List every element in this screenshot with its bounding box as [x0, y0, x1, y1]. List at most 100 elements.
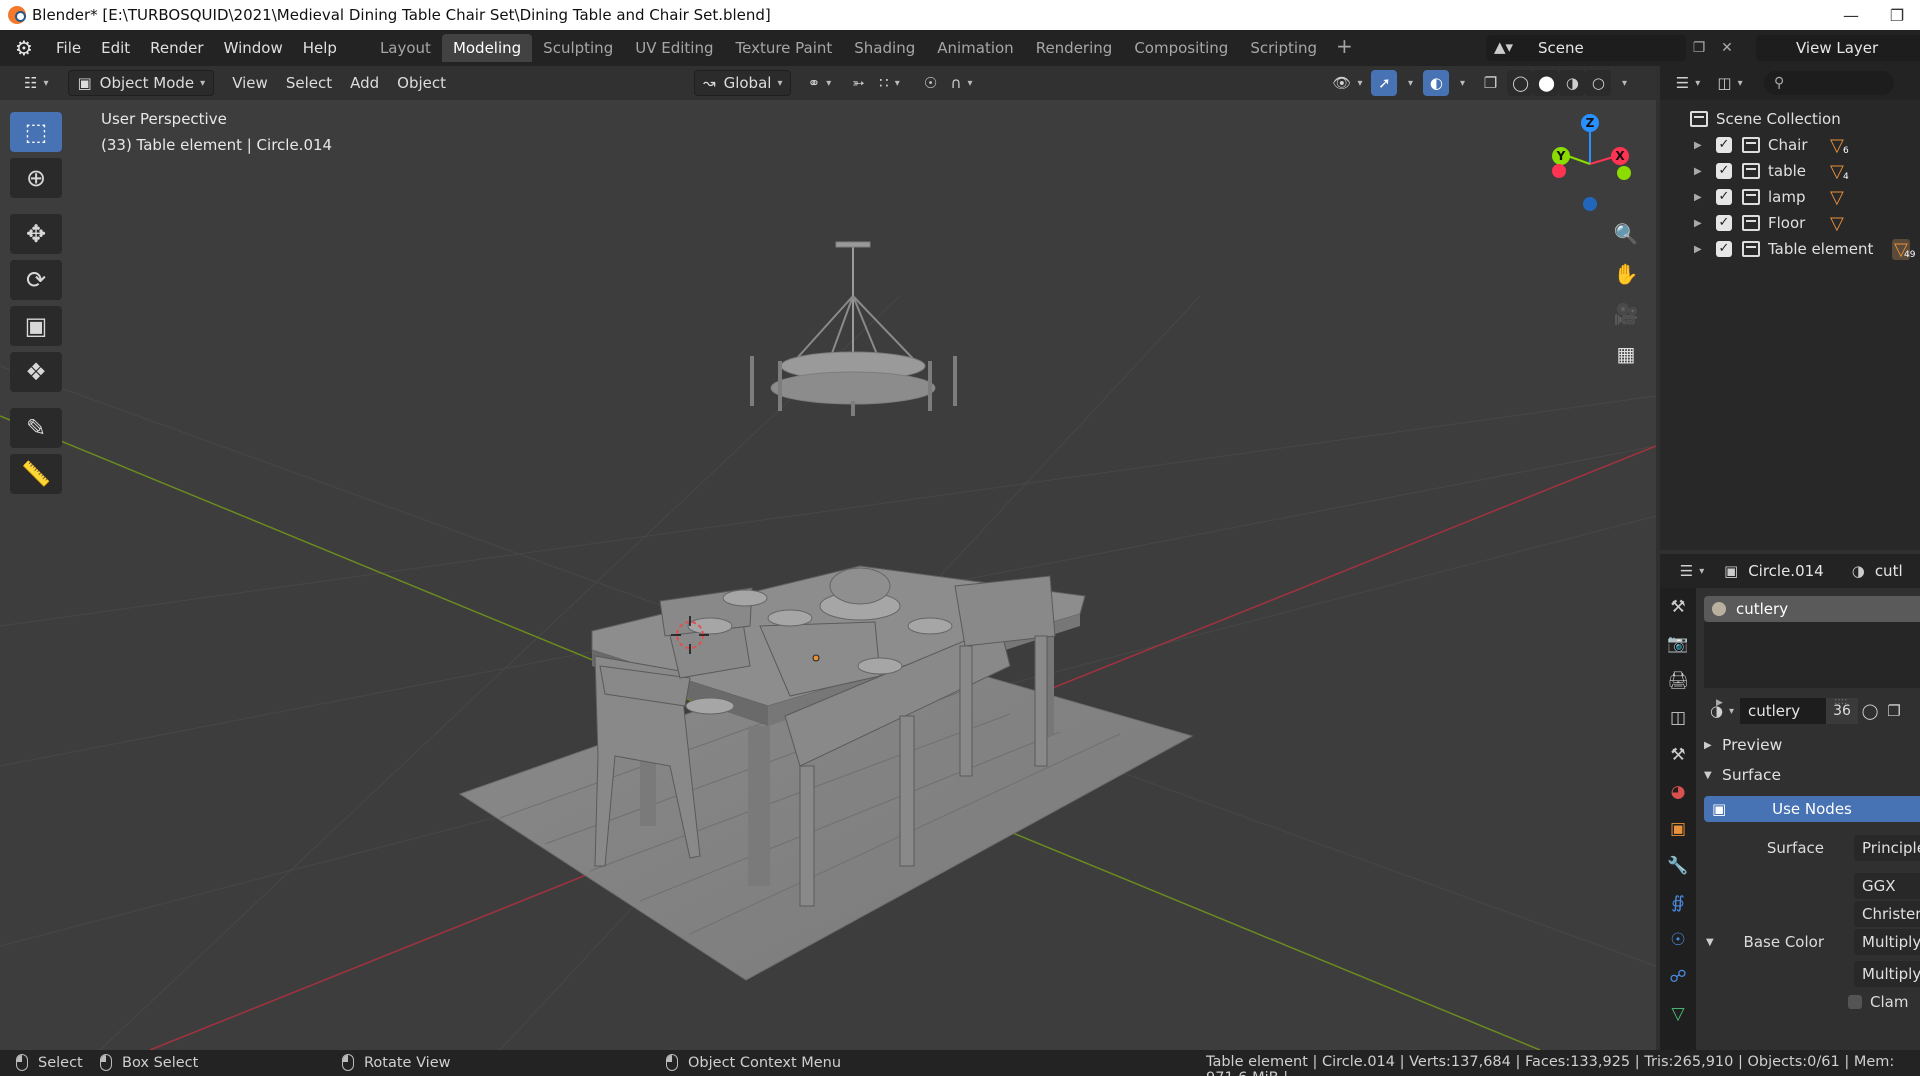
fake-user-shield-icon[interactable]: ◯: [1858, 698, 1882, 724]
physics-props-icon[interactable]: ☉: [1660, 921, 1696, 958]
tab-scripting[interactable]: Scripting: [1239, 34, 1328, 62]
3d-viewport[interactable]: ☷ ▾ ▣ Object Mode ▾ View Select Add Objec…: [0, 66, 1656, 1050]
camera-view-icon[interactable]: 🎥: [1606, 296, 1646, 332]
cursor-tool-icon[interactable]: ⊕: [10, 158, 62, 198]
snap-target-icon[interactable]: ∷ ▾: [871, 70, 907, 96]
measure-tool-icon[interactable]: 📏: [10, 454, 62, 494]
xray-toggle-icon[interactable]: ❐: [1477, 70, 1503, 96]
select-box-tool-icon[interactable]: ⬚: [10, 112, 62, 152]
visibility-icon[interactable]: 👁 ▾: [1329, 70, 1365, 96]
rendered-shading-icon[interactable]: ○: [1585, 70, 1612, 96]
world-props-icon[interactable]: ◕: [1660, 773, 1696, 810]
move-tool-icon[interactable]: ✥: [10, 214, 62, 254]
transform-orientation-selector[interactable]: ↝ Global ▾: [694, 70, 792, 96]
outliner-editor-type-icon[interactable]: ☰ ▾: [1670, 70, 1706, 96]
expand-arrow-icon[interactable]: ▶: [1694, 192, 1708, 203]
base-color-sub-field[interactable]: Multiply: [1854, 961, 1920, 987]
gizmo-neg-x-axis[interactable]: [1552, 164, 1566, 178]
blender-menu-icon[interactable]: ⚙: [10, 36, 38, 60]
surface-shader-field[interactable]: Principle: [1854, 835, 1920, 861]
expand-arrow-icon[interactable]: ▶: [1694, 166, 1708, 177]
tool-props-icon[interactable]: ⚒: [1660, 588, 1696, 625]
tab-compositing[interactable]: Compositing: [1123, 34, 1239, 62]
object-menu[interactable]: Object: [389, 70, 454, 96]
falloff-icon[interactable]: ∩ ▾: [943, 70, 979, 96]
distribution-field[interactable]: GGX: [1854, 873, 1920, 899]
expand-arrow-icon[interactable]: ▶: [1694, 218, 1708, 229]
solid-shading-icon[interactable]: ⬤: [1533, 70, 1560, 96]
viewport-scene[interactable]: [0, 66, 1656, 1050]
menu-edit[interactable]: Edit: [91, 35, 140, 61]
outliner-search-input[interactable]: ⚲: [1764, 71, 1894, 95]
expand-arrow-icon[interactable]: ▶: [1694, 140, 1708, 151]
exclude-checkbox[interactable]: ✓: [1716, 189, 1732, 205]
editor-type-button[interactable]: ☷ ▾: [16, 70, 56, 96]
subsurface-method-field[interactable]: Christen: [1854, 901, 1920, 927]
material-name-field[interactable]: cutlery: [1740, 698, 1826, 724]
exclude-checkbox[interactable]: ✓: [1716, 137, 1732, 153]
tab-animation[interactable]: Animation: [926, 34, 1024, 62]
new-scene-icon[interactable]: ❐: [1688, 38, 1710, 58]
slot-resize-handle[interactable]: ::::: [1834, 696, 1847, 707]
ortho-grid-icon[interactable]: ▦: [1606, 336, 1646, 372]
pivot-point-icon[interactable]: ⚭ ▾: [801, 70, 837, 96]
outliner-item-floor[interactable]: ▶ ✓ Floor ▽: [1660, 210, 1920, 236]
add-workspace-icon[interactable]: +: [1328, 34, 1361, 62]
outliner-item-table-element[interactable]: ▶ ✓ Table element ▽ 49: [1660, 236, 1920, 262]
proportional-edit-icon[interactable]: ☉: [917, 70, 943, 96]
view-menu[interactable]: View: [224, 70, 276, 96]
scene-icon[interactable]: ▲▾: [1494, 38, 1528, 58]
gizmo-x-axis[interactable]: X: [1611, 147, 1629, 165]
view-layer-selector[interactable]: View Layer: [1756, 35, 1920, 61]
duplicate-material-icon[interactable]: ❐: [1882, 698, 1906, 724]
scene-props-icon[interactable]: ⚒: [1660, 736, 1696, 773]
tab-modeling[interactable]: Modeling: [441, 34, 533, 62]
view-layer-props-icon[interactable]: ◫: [1660, 699, 1696, 736]
tab-layout[interactable]: Layout: [369, 34, 442, 62]
gizmo-neg-y-axis[interactable]: [1617, 166, 1631, 180]
gizmo-z-axis[interactable]: Z: [1581, 114, 1599, 132]
scene-collection-row[interactable]: Scene Collection: [1660, 106, 1920, 132]
exclude-checkbox[interactable]: ✓: [1716, 215, 1732, 231]
display-mode-icon[interactable]: ◫ ▾: [1712, 70, 1748, 96]
constraints-props-icon[interactable]: ☍: [1660, 958, 1696, 995]
render-props-icon[interactable]: 📷: [1660, 625, 1696, 662]
outliner-item-table[interactable]: ▶ ✓ table ▽ 4: [1660, 158, 1920, 184]
slot-expand-icon[interactable]: ▶: [1716, 698, 1723, 708]
annotate-tool-icon[interactable]: ✎: [10, 408, 62, 448]
material-shading-icon[interactable]: ◑: [1559, 70, 1586, 96]
exclude-checkbox[interactable]: ✓: [1716, 241, 1732, 257]
outliner-item-lamp[interactable]: ▶ ✓ lamp ▽: [1660, 184, 1920, 210]
material-slot-item[interactable]: cutlery: [1704, 596, 1920, 622]
mesh-data-props-icon[interactable]: ▽: [1660, 995, 1696, 1032]
gizmo-neg-z-axis[interactable]: [1583, 197, 1597, 211]
overlay-toggle-icon[interactable]: ◐: [1423, 70, 1450, 96]
base-color-field[interactable]: Multiply: [1854, 929, 1920, 955]
restore-icon[interactable]: ❐: [1874, 0, 1920, 30]
minimize-icon[interactable]: —: [1828, 0, 1874, 30]
menu-render[interactable]: Render: [140, 35, 213, 61]
tab-uv-editing[interactable]: UV Editing: [624, 34, 724, 62]
delete-scene-icon[interactable]: ✕: [1716, 38, 1738, 58]
menu-file[interactable]: File: [46, 35, 91, 61]
gizmo-toggle-icon[interactable]: ➚: [1371, 70, 1398, 96]
clamp-checkbox[interactable]: [1848, 995, 1862, 1009]
modifier-props-icon[interactable]: 🔧: [1660, 847, 1696, 884]
menu-help[interactable]: Help: [293, 35, 347, 61]
output-props-icon[interactable]: 🖨: [1660, 662, 1696, 699]
expanded-arrow-icon[interactable]: ▼: [1706, 937, 1714, 948]
exclude-checkbox[interactable]: ✓: [1716, 163, 1732, 179]
rotate-tool-icon[interactable]: ⟳: [10, 260, 62, 300]
material-slot-list[interactable]: ▶ ::::: [1704, 622, 1920, 708]
gizmo-options-icon[interactable]: ▾: [1397, 70, 1417, 96]
menu-window[interactable]: Window: [214, 35, 293, 61]
preview-section-header[interactable]: ▶ Preview: [1704, 730, 1920, 760]
tab-shading[interactable]: Shading: [843, 34, 926, 62]
transform-tool-icon[interactable]: ❖: [10, 352, 62, 392]
scale-tool-icon[interactable]: ▣: [10, 306, 62, 346]
particles-props-icon[interactable]: ∯: [1660, 884, 1696, 921]
expand-arrow-icon[interactable]: ▶: [1694, 244, 1708, 255]
select-menu[interactable]: Select: [278, 70, 340, 96]
outliner-item-chair[interactable]: ▶ ✓ Chair ▽ 6: [1660, 132, 1920, 158]
add-menu[interactable]: Add: [342, 70, 387, 96]
